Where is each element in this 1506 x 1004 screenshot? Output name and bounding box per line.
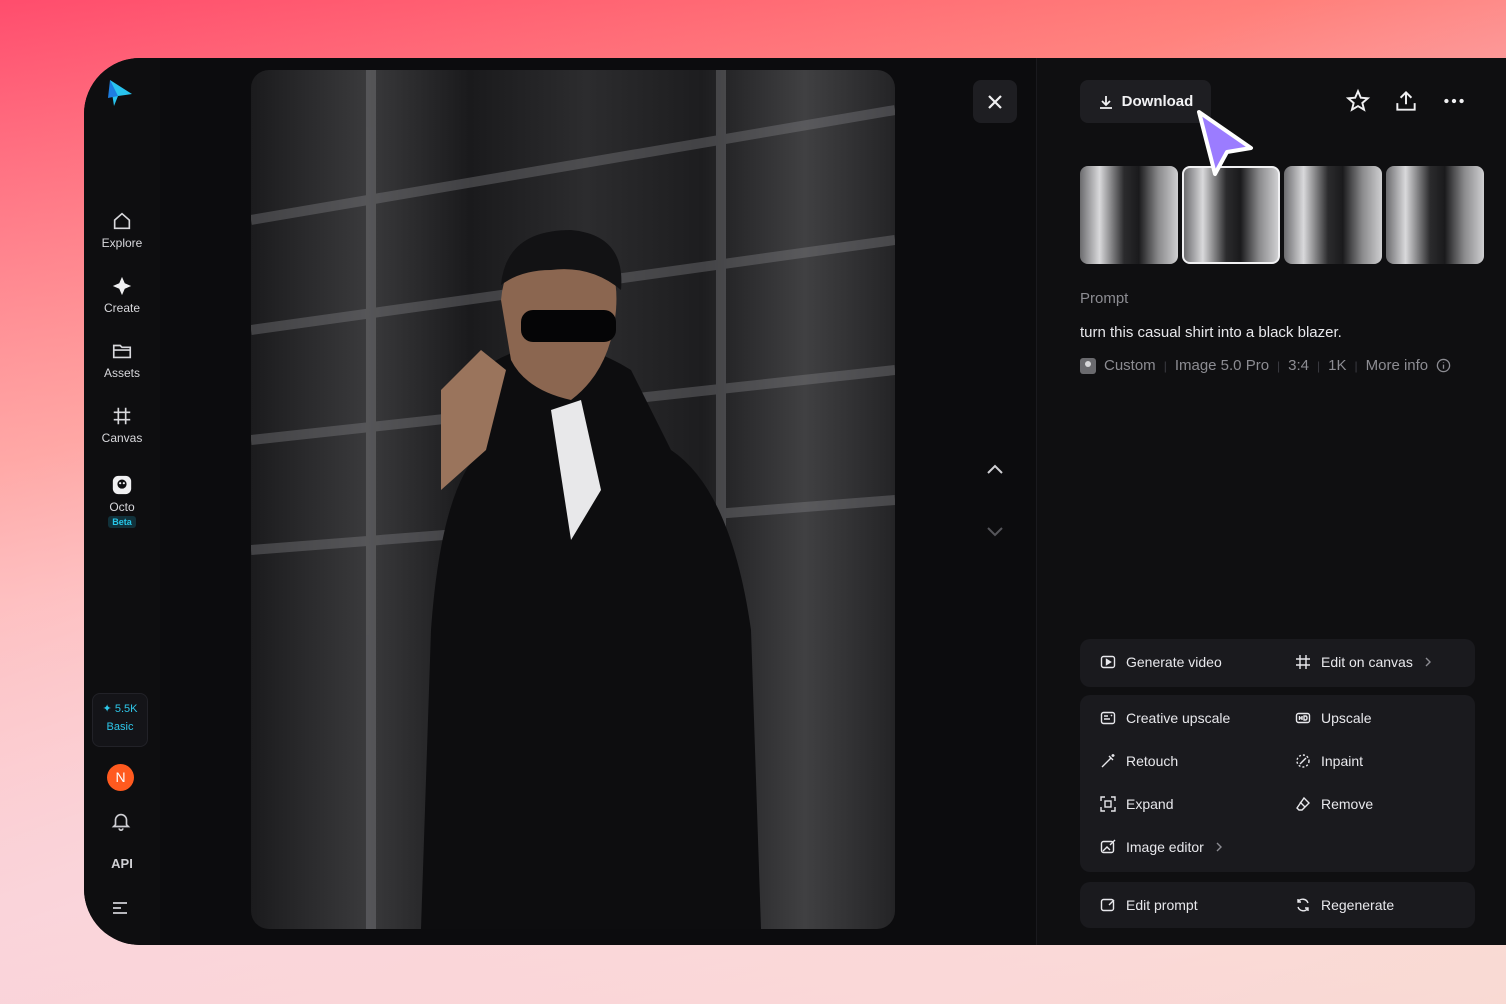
action-label: Edit prompt <box>1126 897 1198 913</box>
prompt-actions: Edit prompt Regenerate <box>1080 882 1475 928</box>
edit-on-canvas-button[interactable]: Edit on canvas <box>1295 654 1433 670</box>
canvas-grid-icon <box>113 407 131 425</box>
video-icon <box>1100 655 1116 669</box>
video-canvas-actions: Generate video Edit on canvas <box>1080 639 1475 687</box>
detail-panel: Download Prompt turn this casual shirt i… <box>1037 58 1506 945</box>
action-label: Inpaint <box>1321 753 1364 769</box>
sidebar-item-label: Octo <box>109 500 135 514</box>
meta-ratio: 3:4 <box>1288 357 1310 374</box>
meta-resolution: 1K <box>1328 357 1347 374</box>
bell-icon[interactable] <box>110 810 132 832</box>
action-label: Remove <box>1321 796 1374 812</box>
sidebar-item-explore[interactable]: Explore <box>84 210 160 250</box>
credit-amount: ✦ 5.5K <box>102 703 138 715</box>
action-label: Retouch <box>1126 753 1179 769</box>
beta-badge: Beta <box>108 516 136 528</box>
menu-icon[interactable] <box>111 900 131 916</box>
meta-separator: | <box>1317 358 1321 373</box>
action-label: Image editor <box>1126 839 1204 855</box>
chevron-down-icon[interactable] <box>983 519 1007 543</box>
app-window: Explore Create Assets Canvas Octo Beta ✦… <box>84 58 1506 945</box>
edit-prompt-button[interactable]: Edit prompt <box>1100 897 1198 913</box>
share-icon[interactable] <box>1393 88 1419 114</box>
action-label: Upscale <box>1321 710 1372 726</box>
close-button[interactable] <box>973 80 1017 123</box>
octo-icon <box>112 475 132 495</box>
meta-style: Custom <box>1104 357 1156 374</box>
thumbnail-1[interactable] <box>1080 166 1178 264</box>
meta-separator: | <box>1277 358 1281 373</box>
thumbnail-4[interactable] <box>1386 166 1484 264</box>
home-icon <box>113 212 131 230</box>
creative-upscale-icon <box>1100 711 1116 725</box>
action-label: Edit on canvas <box>1321 654 1413 670</box>
upscale-button[interactable]: Upscale <box>1295 710 1372 726</box>
thumbnail-2-selected[interactable] <box>1182 166 1280 264</box>
plan-name: Basic <box>106 721 134 733</box>
sidebar-item-label: Explore <box>101 236 143 250</box>
sidebar-item-label: Assets <box>103 366 140 380</box>
inpaint-button[interactable]: Inpaint <box>1295 753 1363 769</box>
hd-icon <box>1295 712 1311 724</box>
sidebar-item-label: Create <box>103 301 141 315</box>
download-label: Download <box>1121 93 1194 110</box>
cursor-pointer-icon <box>1197 110 1253 176</box>
image-editor-icon <box>1100 839 1116 854</box>
meta-model: Image 5.0 Pro <box>1174 357 1270 374</box>
chevron-right-icon <box>1216 842 1222 852</box>
magic-wand-icon <box>1101 754 1115 768</box>
thumbnail-3[interactable] <box>1284 166 1382 264</box>
generate-video-button[interactable]: Generate video <box>1100 654 1222 670</box>
prompt-text: turn this casual shirt into a black blaz… <box>1080 324 1342 341</box>
more-info-link[interactable]: More info <box>1366 357 1429 374</box>
app-logo[interactable] <box>104 76 136 108</box>
edit-icon <box>1100 898 1115 912</box>
sidebar-item-create[interactable]: Create <box>84 275 160 315</box>
inpaint-icon <box>1296 754 1310 768</box>
more-options-icon[interactable] <box>1441 88 1467 114</box>
meta-separator: | <box>1163 358 1167 373</box>
eraser-icon <box>1296 796 1310 811</box>
refresh-icon <box>1297 898 1309 912</box>
avatar[interactable]: N <box>107 764 134 791</box>
retouch-button[interactable]: Retouch <box>1100 753 1178 769</box>
sidebar-item-octo[interactable]: Octo Beta <box>84 474 160 528</box>
download-icon <box>1099 95 1112 109</box>
action-label: Regenerate <box>1321 897 1395 913</box>
folder-icon <box>112 344 132 359</box>
chevron-up-icon[interactable] <box>983 458 1007 482</box>
sidebar-item-assets[interactable]: Assets <box>84 340 160 380</box>
download-button[interactable]: Download <box>1080 80 1211 123</box>
info-icon[interactable] <box>1436 358 1451 373</box>
api-link[interactable]: API <box>84 856 160 871</box>
action-label: Expand <box>1126 796 1174 812</box>
sidebar-item-canvas[interactable]: Canvas <box>84 405 160 445</box>
thumbnail-strip <box>1080 166 1484 264</box>
regenerate-button[interactable]: Regenerate <box>1295 897 1394 913</box>
expand-icon <box>1100 796 1116 812</box>
creative-upscale-button[interactable]: Creative upscale <box>1100 710 1230 726</box>
star-icon[interactable] <box>1345 88 1371 114</box>
chevron-right-icon <box>1425 657 1431 667</box>
credits-box[interactable]: ✦ 5.5K Basic <box>92 693 148 747</box>
prompt-label: Prompt <box>1080 290 1129 307</box>
action-label: Generate video <box>1126 654 1222 670</box>
sidebar-item-label: Canvas <box>101 431 143 445</box>
image-content <box>251 70 895 929</box>
image-editor-button[interactable]: Image editor <box>1100 839 1224 855</box>
meta-separator: | <box>1354 358 1358 373</box>
generated-image <box>251 70 895 929</box>
remove-button[interactable]: Remove <box>1295 796 1373 812</box>
style-thumb-icon <box>1080 357 1096 374</box>
image-edit-actions: Creative upscale Upscale Retouch Inpaint… <box>1080 695 1475 872</box>
sidebar: Explore Create Assets Canvas Octo Beta ✦… <box>84 58 160 945</box>
close-icon <box>988 94 1002 109</box>
canvas-grid-icon <box>1296 655 1310 669</box>
action-label: Creative upscale <box>1126 710 1231 726</box>
generation-meta: Custom | Image 5.0 Pro | 3:4 | 1K | More… <box>1080 357 1451 374</box>
expand-button[interactable]: Expand <box>1100 796 1173 812</box>
sparkle-icon <box>112 276 132 296</box>
